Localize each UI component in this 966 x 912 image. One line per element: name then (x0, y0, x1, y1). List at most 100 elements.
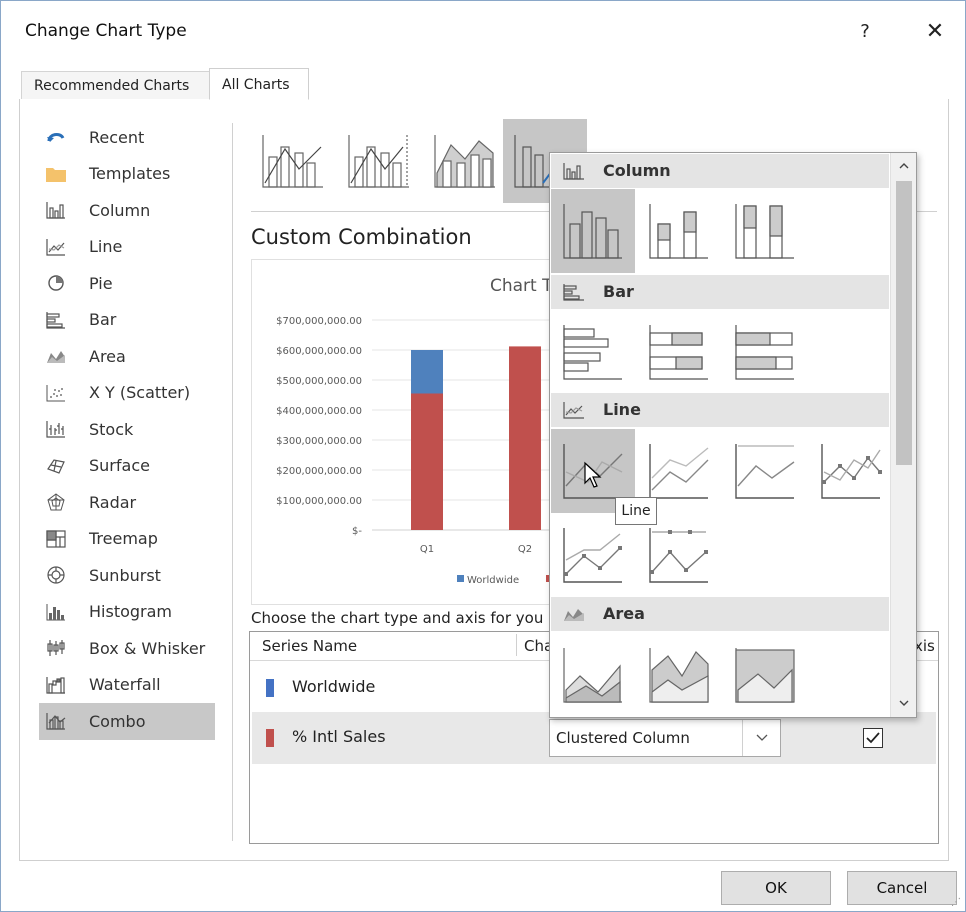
dropdown-scrollbar[interactable] (890, 153, 916, 717)
section-title: Custom Combination (251, 225, 472, 249)
stacked-area-option[interactable] (637, 633, 721, 717)
bar (509, 346, 541, 530)
dropdown-section-column: Column (551, 154, 889, 188)
sidebar-item-label: Box & Whisker (89, 638, 206, 658)
dropdown-section-line: Line (551, 393, 889, 427)
100-percent-stacked-line-option[interactable] (723, 429, 807, 513)
cancel-button[interactable]: Cancel (847, 871, 957, 905)
combo-chart-icon (45, 711, 67, 731)
sidebar-item-label: Area (89, 346, 126, 366)
stacked-area-clustered-column-thumb[interactable] (423, 119, 507, 203)
clustered-bar-option[interactable] (551, 310, 635, 394)
chart-preview: Chart T $700,000,000.00 $600,000,000.00 $5… (251, 259, 551, 605)
sidebar-item-label: Waterfall (89, 675, 161, 695)
dropdown-section-label: Area (603, 604, 645, 623)
area-option[interactable] (551, 633, 635, 717)
chevron-down-icon[interactable] (891, 693, 916, 713)
sidebar-item-label: Sunburst (89, 565, 161, 585)
legend-label: Worldwide (467, 575, 519, 586)
sidebar-item-pie[interactable]: Pie (39, 265, 215, 302)
sidebar-item-label: Recent (89, 127, 145, 147)
sidebar-item-label: Templates (89, 164, 171, 184)
mouse-cursor-icon (584, 461, 602, 488)
stacked-bar-option[interactable] (637, 310, 721, 394)
dropdown-section-area: Area (551, 597, 889, 631)
chart-type-select[interactable]: Clustered Column (549, 719, 781, 757)
waterfall-chart-icon (45, 675, 67, 695)
100-percent-stacked-bar-option[interactable] (723, 310, 807, 394)
secondary-axis-checkbox[interactable] (863, 728, 883, 748)
x-tick-label: Q2 (518, 544, 532, 555)
tab-all-charts[interactable]: All Charts (209, 68, 309, 100)
ok-button[interactable]: OK (721, 871, 831, 905)
sidebar-item-column[interactable]: Column (39, 192, 215, 229)
chart-type-dropdown: Column Bar Line Area (549, 152, 917, 718)
series-color-swatch (266, 729, 274, 747)
sidebar-item-label: Line (89, 237, 123, 257)
sidebar-item-label: X Y (Scatter) (89, 383, 191, 403)
clustered-column-line-secondary-axis-thumb[interactable] (337, 119, 421, 203)
sidebar-divider (232, 123, 233, 841)
sidebar-item-waterfall[interactable]: Waterfall (39, 667, 215, 704)
close-button[interactable]: ✕ (915, 15, 955, 49)
column-chart-icon (563, 163, 584, 180)
clustered-column-option[interactable] (551, 189, 635, 273)
sidebar-item-scatter[interactable]: X Y (Scatter) (39, 375, 215, 412)
sidebar-item-stock[interactable]: Stock (39, 411, 215, 448)
sidebar-item-combo[interactable]: Combo (39, 703, 215, 740)
100-percent-stacked-line-markers-option[interactable] (637, 513, 721, 597)
series-name: Worldwide (292, 677, 376, 696)
help-button[interactable]: ? (847, 15, 883, 49)
sidebar-item-label: Radar (89, 492, 137, 512)
sidebar-item-sunburst[interactable]: Sunburst (39, 557, 215, 594)
series-name-header: Series Name (262, 637, 358, 655)
series-name: % Intl Sales (292, 727, 386, 746)
area-chart-icon (45, 346, 67, 366)
line-chart-icon (45, 237, 67, 257)
sidebar-item-recent[interactable]: Recent (39, 119, 215, 156)
tooltip: Line (615, 497, 657, 525)
sidebar-item-radar[interactable]: Radar (39, 484, 215, 521)
line-chart-icon (563, 402, 584, 419)
100-percent-stacked-area-option[interactable] (723, 633, 807, 717)
chevron-down-icon[interactable] (742, 720, 780, 756)
sidebar-item-surface[interactable]: Surface (39, 448, 215, 485)
recent-icon (45, 127, 67, 147)
sidebar-item-label: Bar (89, 310, 117, 330)
chevron-up-icon[interactable] (891, 155, 916, 175)
secondary-axis-header: xis (914, 637, 935, 655)
series-color-swatch (266, 679, 274, 697)
change-chart-type-dialog: Change Chart Type ? ✕ Recommended Charts… (0, 0, 966, 912)
area-chart-icon (564, 609, 584, 621)
bar-chart-icon (563, 284, 584, 301)
tab-recommended-charts[interactable]: Recommended Charts (21, 71, 211, 100)
y-tick-label: $700,000,000.00 (276, 316, 362, 327)
y-tick-label: $400,000,000.00 (276, 406, 362, 417)
clustered-column-line-thumb[interactable] (251, 119, 335, 203)
stacked-column-option[interactable] (637, 189, 721, 273)
line-with-markers-option[interactable] (809, 429, 893, 513)
sidebar-item-area[interactable]: Area (39, 338, 215, 375)
box-whisker-chart-icon (45, 638, 67, 658)
sidebar-item-treemap[interactable]: Treemap (39, 521, 215, 558)
sidebar-item-box-whisker[interactable]: Box & Whisker (39, 630, 215, 667)
stacked-line-markers-option[interactable] (551, 513, 635, 597)
sidebar-item-histogram[interactable]: Histogram (39, 594, 215, 631)
legend-swatch (457, 575, 464, 582)
resize-grip-icon[interactable]: ⋰ (951, 897, 961, 908)
sidebar-item-label: Pie (89, 273, 113, 293)
dropdown-section-label: Bar (603, 282, 634, 301)
bar (411, 350, 443, 394)
histogram-chart-icon (45, 602, 67, 622)
sidebar-item-line[interactable]: Line (39, 229, 215, 266)
scrollbar-thumb[interactable] (896, 181, 912, 465)
100-percent-stacked-column-option[interactable] (723, 189, 807, 273)
x-tick-label: Q1 (420, 544, 434, 555)
y-tick-label: $- (352, 526, 362, 537)
stock-chart-icon (45, 419, 67, 439)
sidebar-item-templates[interactable]: Templates (39, 156, 215, 193)
sidebar-item-bar[interactable]: Bar (39, 302, 215, 339)
dropdown-section-bar: Bar (551, 275, 889, 309)
title-bar: Change Chart Type ? ✕ (1, 1, 965, 61)
sidebar-item-label: Histogram (89, 602, 172, 622)
